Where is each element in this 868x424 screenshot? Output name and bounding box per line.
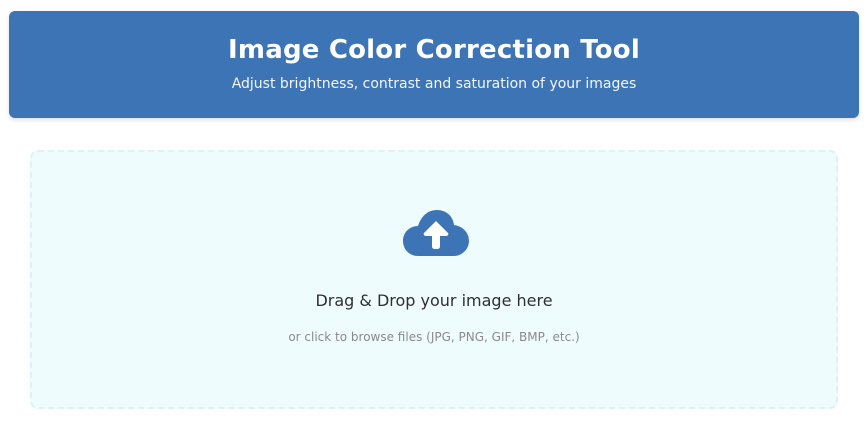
app-header: Image Color Correction Tool Adjust brigh…: [9, 11, 859, 118]
cloud-upload-icon: [403, 210, 469, 256]
page-title: Image Color Correction Tool: [228, 35, 640, 65]
dropzone-hint: or click to browse files (JPG, PNG, GIF,…: [288, 330, 580, 344]
page-subtitle: Adjust brightness, contrast and saturati…: [231, 76, 637, 92]
dropzone-title: Drag & Drop your image here: [315, 291, 553, 310]
image-upload-dropzone[interactable]: Drag & Drop your image here or click to …: [30, 150, 838, 409]
